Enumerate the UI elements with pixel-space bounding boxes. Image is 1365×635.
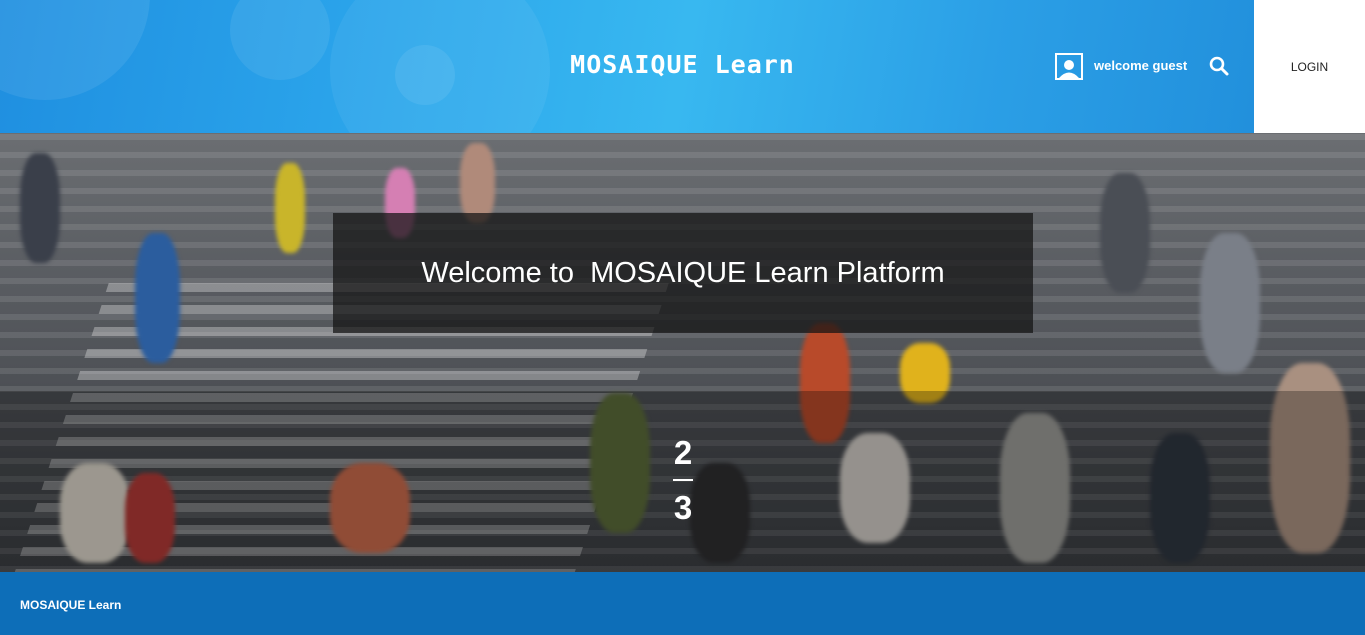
site-header: MOSAIQUE Learn welcome guest LOGIN bbox=[0, 0, 1365, 133]
crowd-person bbox=[1200, 233, 1260, 373]
login-button-label: LOGIN bbox=[1290, 59, 1329, 74]
slide-current[interactable]: 2 bbox=[664, 436, 702, 470]
slide-total[interactable]: 3 bbox=[664, 491, 702, 525]
crowd-person bbox=[275, 163, 305, 253]
search-icon[interactable] bbox=[1208, 55, 1230, 77]
header-bokeh-decoration bbox=[0, 0, 150, 100]
hero-banner: Welcome to MOSAIQUE Learn Platform 2 3 bbox=[0, 133, 1365, 572]
footer-brand[interactable]: MOSAIQUE Learn bbox=[20, 598, 121, 612]
login-button[interactable]: LOGIN bbox=[1254, 0, 1365, 133]
welcome-title: Welcome to MOSAIQUE Learn Platform bbox=[421, 256, 945, 289]
pager-divider bbox=[673, 479, 693, 481]
crowd-person bbox=[135, 233, 180, 363]
welcome-panel: Welcome to MOSAIQUE Learn Platform bbox=[333, 213, 1033, 333]
crowd-person bbox=[460, 143, 495, 223]
header-bokeh-decoration bbox=[230, 0, 330, 80]
site-footer: MOSAIQUE Learn bbox=[0, 572, 1365, 635]
user-icon[interactable] bbox=[1055, 53, 1083, 80]
crowd-person bbox=[1100, 173, 1150, 293]
site-logo-text[interactable]: MOSAIQUE Learn bbox=[570, 50, 795, 79]
welcome-text: welcome guest bbox=[1094, 58, 1188, 73]
header-bokeh-decoration bbox=[395, 45, 455, 105]
slide-pager: 2 3 bbox=[664, 436, 702, 525]
crowd-person bbox=[20, 153, 60, 263]
